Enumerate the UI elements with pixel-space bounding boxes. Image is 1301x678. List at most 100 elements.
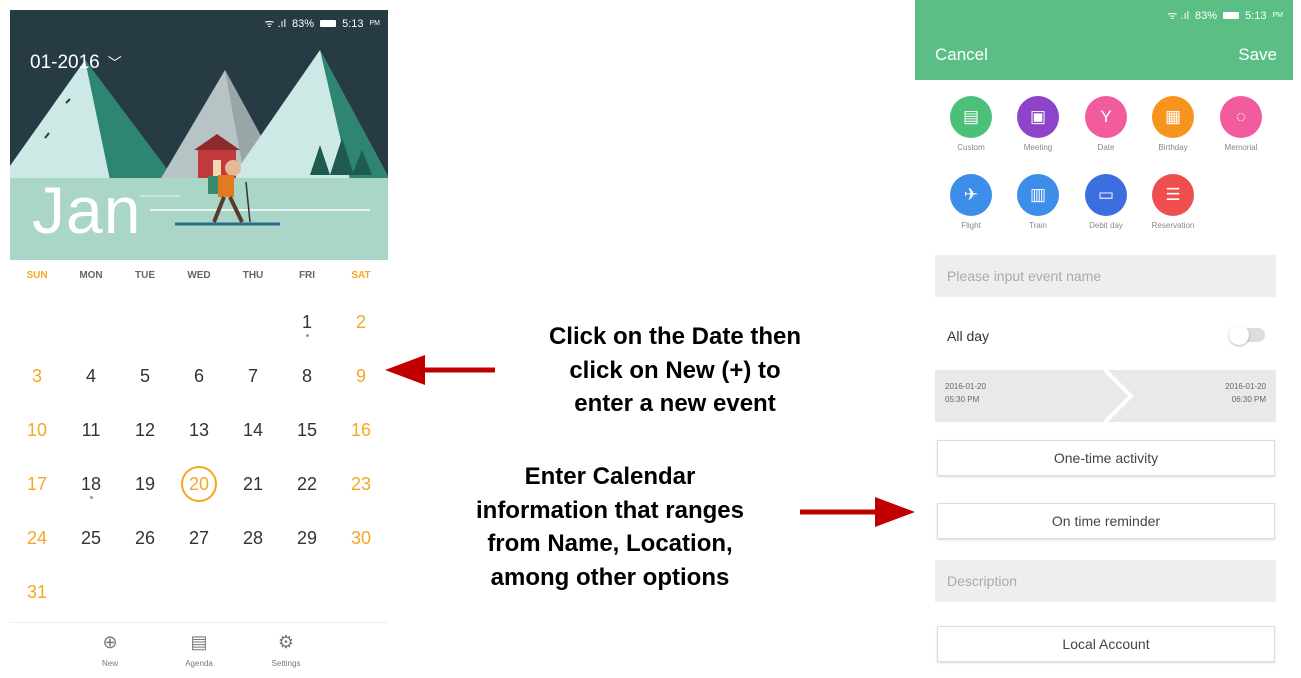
category-debit-day[interactable]: ▭ Debit day <box>1078 174 1134 230</box>
day-number: 13 <box>188 420 210 440</box>
signal-icon: ᯤ .ıl <box>1167 10 1190 22</box>
calendar-day[interactable]: 30 <box>334 520 388 556</box>
weekday-label: TUE <box>135 270 155 281</box>
calendar-day[interactable]: 14 <box>226 412 280 448</box>
start-time: 05:30 PM <box>945 395 980 404</box>
battery-percent: 83% <box>292 17 315 30</box>
calendar-day[interactable]: 27 <box>172 520 226 556</box>
calendar-week-row: 3 4 5 6 7 8 9 <box>10 349 388 403</box>
battery-icon <box>1223 12 1240 19</box>
day-number: 10 <box>26 420 48 440</box>
start-date: 2016-01-20 <box>945 382 986 391</box>
calendar-day[interactable]: 28 <box>226 520 280 556</box>
cake-icon: ▦ <box>1152 96 1194 138</box>
calendar-day[interactable]: 7 <box>226 358 280 394</box>
day-number: 1 <box>301 312 312 332</box>
day-number: 2 <box>355 312 366 332</box>
category-date[interactable]: Y Date <box>1078 96 1134 152</box>
calendar-day[interactable]: 17 <box>10 466 64 502</box>
calendar-day[interactable]: 1 <box>280 304 334 340</box>
category-memorial[interactable]: ◌ Memorial <box>1213 96 1269 152</box>
arrow-right-icon <box>800 497 915 527</box>
calendar-day[interactable]: 8 <box>280 358 334 394</box>
save-button[interactable]: Save <box>1238 45 1277 65</box>
clock-ampm: PM <box>1272 12 1284 19</box>
day-number: 24 <box>26 528 48 548</box>
memorial-icon: ◌ <box>1220 96 1262 138</box>
day-number: 16 <box>350 420 372 440</box>
calendar-day[interactable]: 29 <box>280 520 334 556</box>
battery-icon <box>320 20 337 27</box>
category-reservation[interactable]: ☰ Reservation <box>1145 174 1201 230</box>
calendar-day[interactable]: 10 <box>10 412 64 448</box>
calendar-day-today[interactable]: 20 <box>172 466 226 502</box>
calendar-day[interactable]: 16 <box>334 412 388 448</box>
category-birthday[interactable]: ▦ Birthday <box>1145 96 1201 152</box>
all-day-toggle[interactable] <box>1229 325 1265 345</box>
calendar-day[interactable]: 15 <box>280 412 334 448</box>
day-number: 29 <box>296 528 318 548</box>
category-custom[interactable]: ▤ Custom <box>943 96 999 152</box>
category-label: Custom <box>957 143 985 152</box>
category-label: Reservation <box>1151 221 1195 230</box>
calendar-day <box>172 574 226 610</box>
calendar-day[interactable]: 11 <box>64 412 118 448</box>
day-number: 20 <box>181 466 217 502</box>
category-meeting[interactable]: ▣ Meeting <box>1010 96 1066 152</box>
new-event-button[interactable]: ⊕ New <box>80 631 140 668</box>
calendar-day[interactable]: 23 <box>334 466 388 502</box>
calendar-day[interactable]: 2 <box>334 304 388 340</box>
chevron-down-icon: ﹀ <box>107 55 122 71</box>
description-input[interactable]: Description <box>935 560 1276 602</box>
calendar-day[interactable]: 19 <box>118 466 172 502</box>
repeat-button[interactable]: One-time activity <box>937 440 1275 476</box>
calendar-week-row: 17 18 19 20 21 22 23 <box>10 457 388 511</box>
calendar-day[interactable]: 4 <box>64 358 118 394</box>
end-date: 2016-01-20 <box>1225 382 1266 391</box>
reminder-button[interactable]: On time reminder <box>937 503 1275 539</box>
calendar-day[interactable]: 18 <box>64 466 118 502</box>
calendar-day <box>226 304 280 340</box>
calendar-day[interactable]: 24 <box>10 520 64 556</box>
calendar-day <box>64 574 118 610</box>
calendar-day[interactable]: 25 <box>64 520 118 556</box>
calendar-day[interactable]: 26 <box>118 520 172 556</box>
event-name-input[interactable]: Please input event name <box>935 255 1276 297</box>
battery-percent: 83% <box>1195 9 1218 22</box>
event-dot <box>306 334 309 337</box>
instruction-note-info: Enter Calendar information that ranges f… <box>430 460 790 594</box>
calendar-day[interactable]: 22 <box>280 466 334 502</box>
note-line: information that ranges <box>475 496 745 524</box>
month-selector[interactable]: 01-2016 ﹀ <box>30 52 122 74</box>
date-time-range[interactable]: 2016-01-20 05:30 PM 2016-01-20 06:30 PM <box>935 370 1276 422</box>
note-line: enter a new event <box>574 390 776 418</box>
month-name: Jan <box>32 173 142 247</box>
calendar-week-row: 10 11 12 13 14 15 16 <box>10 403 388 457</box>
cancel-button[interactable]: Cancel <box>935 45 988 65</box>
calendar-grid: 1 2 3 4 5 6 7 8 9 10 11 12 13 14 15 16 17 18 19 20 21 22 23 24 2… <box>10 295 388 619</box>
day-number: 17 <box>26 474 48 494</box>
calendar-day[interactable]: 13 <box>172 412 226 448</box>
category-label: Debit day <box>1089 221 1123 230</box>
category-label: Flight <box>961 221 981 230</box>
account-button[interactable]: Local Account <box>937 626 1275 662</box>
calendar-day[interactable]: 3 <box>10 358 64 394</box>
weekday-label: SAT <box>351 270 371 281</box>
calendar-month-screen: ᯤ .ıl 83% 5:13 PM 01-2016 ﹀ Jan SUN MON … <box>10 10 388 677</box>
toggle-knob <box>1229 325 1249 345</box>
weekday-header: SUN MON TUE WED THU FRI SAT <box>10 270 388 281</box>
agenda-button[interactable]: ▤ Agenda <box>169 631 229 668</box>
calendar-day[interactable]: 5 <box>118 358 172 394</box>
calendar-day <box>64 304 118 340</box>
settings-button[interactable]: ⚙ Settings <box>256 631 316 668</box>
plus-circle-icon: ⊕ <box>102 632 118 652</box>
calendar-day[interactable]: 21 <box>226 466 280 502</box>
calendar-day <box>118 574 172 610</box>
calendar-day[interactable]: 6 <box>172 358 226 394</box>
calendar-day <box>172 304 226 340</box>
category-train[interactable]: ▥ Train <box>1010 174 1066 230</box>
calendar-day[interactable]: 31 <box>10 574 64 610</box>
instruction-note-date: Click on the Date then click on New (+) … <box>500 320 850 421</box>
calendar-day[interactable]: 12 <box>118 412 172 448</box>
category-flight[interactable]: ✈ Flight <box>943 174 999 230</box>
